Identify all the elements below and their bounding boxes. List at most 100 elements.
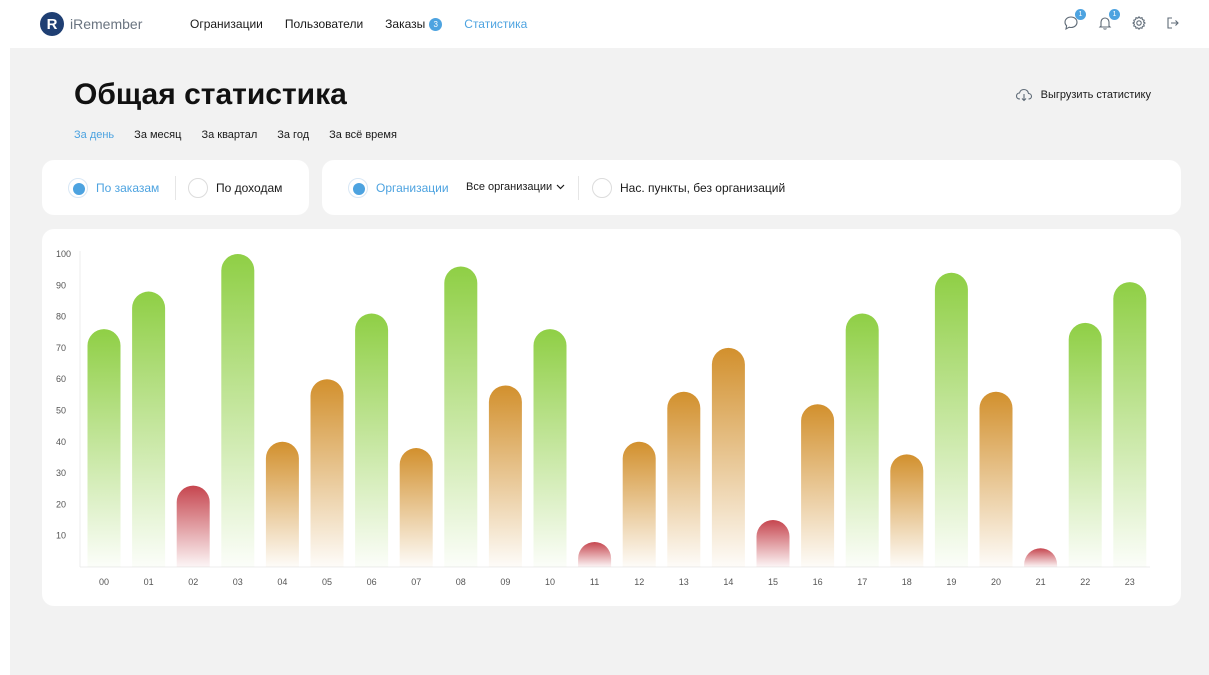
cloud-download-icon [1015,88,1032,102]
top-icons: 1 1 [1047,9,1183,33]
organizations-dropdown[interactable]: Все организации [466,181,565,193]
bar-17[interactable] [845,313,879,567]
radio-by-income[interactable]: По доходам [188,178,282,198]
y-tick-label: 100 [56,249,71,259]
radio-label: Организации [376,181,449,195]
x-tick-label: 14 [723,577,733,587]
orders-count-badge: 3 [429,17,443,31]
nav-item-label: Статистика [464,17,528,31]
x-tick-label: 01 [144,577,154,587]
bell-icon[interactable]: 1 [1095,9,1120,33]
main-content: Общая статистика Выгрузить статистику За… [10,48,1209,675]
tab-year[interactable]: За год [277,129,309,141]
bar-16[interactable] [801,404,835,567]
radio-label: По заказам [96,181,160,195]
x-tick-label: 02 [188,577,198,587]
bar-06[interactable] [355,313,389,567]
dropdown-value: Все организации [466,181,553,193]
page-title: Общая статистика [74,78,347,111]
bars-group [87,254,1147,567]
bar-03[interactable] [221,254,255,567]
bell-badge: 1 [1109,9,1120,20]
radio-by-orders[interactable]: По заказам [68,178,159,198]
bar-22[interactable] [1068,322,1102,567]
radio-label: По доходам [216,181,283,195]
radio-settlements[interactable]: Нас. пункты, без организаций [592,178,785,198]
bar-14[interactable] [711,347,745,567]
y-tick-label: 70 [56,343,66,353]
bar-11[interactable] [578,541,612,567]
x-tick-label: 04 [277,577,287,587]
x-tick-label: 12 [634,577,644,587]
bar-10[interactable] [533,329,567,567]
x-tick-label: 06 [367,577,377,587]
bar-15[interactable] [756,520,790,567]
bar-12[interactable] [622,441,656,567]
radio-button-checked[interactable] [348,178,368,198]
bar-02[interactable] [176,485,210,567]
divider [175,176,176,200]
bar-04[interactable] [265,441,299,567]
nav-item-orders[interactable]: Заказы 3 [385,17,443,31]
x-tick-label: 19 [946,577,956,587]
chat-icon[interactable]: 1 [1061,9,1086,33]
y-tick-label: 40 [56,437,66,447]
bar-05[interactable] [310,379,344,567]
export-label: Выгрузить статистику [1040,89,1151,101]
bar-09[interactable] [488,385,522,567]
bar-19[interactable] [934,272,968,567]
bar-21[interactable] [1024,548,1058,567]
bar-01[interactable] [132,291,166,567]
gear-icon[interactable] [1129,13,1149,33]
x-tick-label: 21 [1036,577,1046,587]
x-tick-label: 07 [411,577,421,587]
x-tick-label: 18 [902,577,912,587]
bar-00[interactable] [87,329,121,567]
nav-item-label: Заказы [385,17,426,31]
divider [578,176,579,200]
radio-organizations[interactable]: Организации [348,178,449,198]
x-tick-label: 20 [991,577,1001,587]
y-tick-label: 80 [56,312,66,322]
y-tick-labels: 10 20 30 40 50 60 70 80 90 100 [56,249,71,541]
top-bar: R iRemember Огранизации Пользователи Зак… [0,0,1209,48]
y-tick-label: 10 [56,531,66,541]
radio-button-checked[interactable] [68,178,88,198]
radio-button[interactable] [592,178,612,198]
x-tick-label: 08 [456,577,466,587]
y-tick-label: 90 [56,280,66,290]
nav-item-statistics[interactable]: Статистика [464,17,527,31]
y-tick-label: 50 [56,406,66,416]
y-tick-label: 30 [56,468,66,478]
tab-month[interactable]: За месяц [134,129,181,141]
app-logo[interactable]: R iRemember [40,12,142,36]
bar-20[interactable] [979,391,1013,567]
export-statistics-button[interactable]: Выгрузить статистику [1015,88,1151,102]
bar-18[interactable] [890,454,924,567]
nav-item-organizations[interactable]: Огранизации [190,17,263,31]
scope-filter-card: Организации Все организации Нас. пункты,… [322,160,1181,215]
y-tick-label: 60 [56,374,66,384]
x-tick-label: 23 [1125,577,1135,587]
x-tick-label: 16 [813,577,823,587]
radio-button[interactable] [188,178,208,198]
logout-icon[interactable] [1163,13,1183,33]
x-tick-label: 11 [590,577,599,587]
bar-23[interactable] [1113,282,1147,567]
hourly-orders-bar-chart: 10 20 30 40 50 60 70 80 90 100 00 01 02 03 04 05 06 07 08… [56,249,1150,587]
tab-all-time[interactable]: За всё время [329,129,397,141]
bar-13[interactable] [667,391,701,567]
chart-card: 10 20 30 40 50 60 70 80 90 100 00 01 02 03 04 05 06 07 08… [42,229,1181,606]
x-tick-label: 15 [768,577,778,587]
bar-08[interactable] [444,266,478,567]
nav-item-users[interactable]: Пользователи [285,17,363,31]
x-tick-label: 00 [99,577,109,587]
bar-07[interactable] [399,448,433,567]
x-tick-label: 05 [322,577,332,587]
tab-quarter[interactable]: За квартал [201,129,257,141]
radio-label: Нас. пункты, без организаций [620,181,786,195]
chevron-down-icon [556,184,565,190]
x-tick-label: 17 [857,577,867,587]
tab-day[interactable]: За день [74,129,114,141]
logo-mark: R [40,12,64,36]
